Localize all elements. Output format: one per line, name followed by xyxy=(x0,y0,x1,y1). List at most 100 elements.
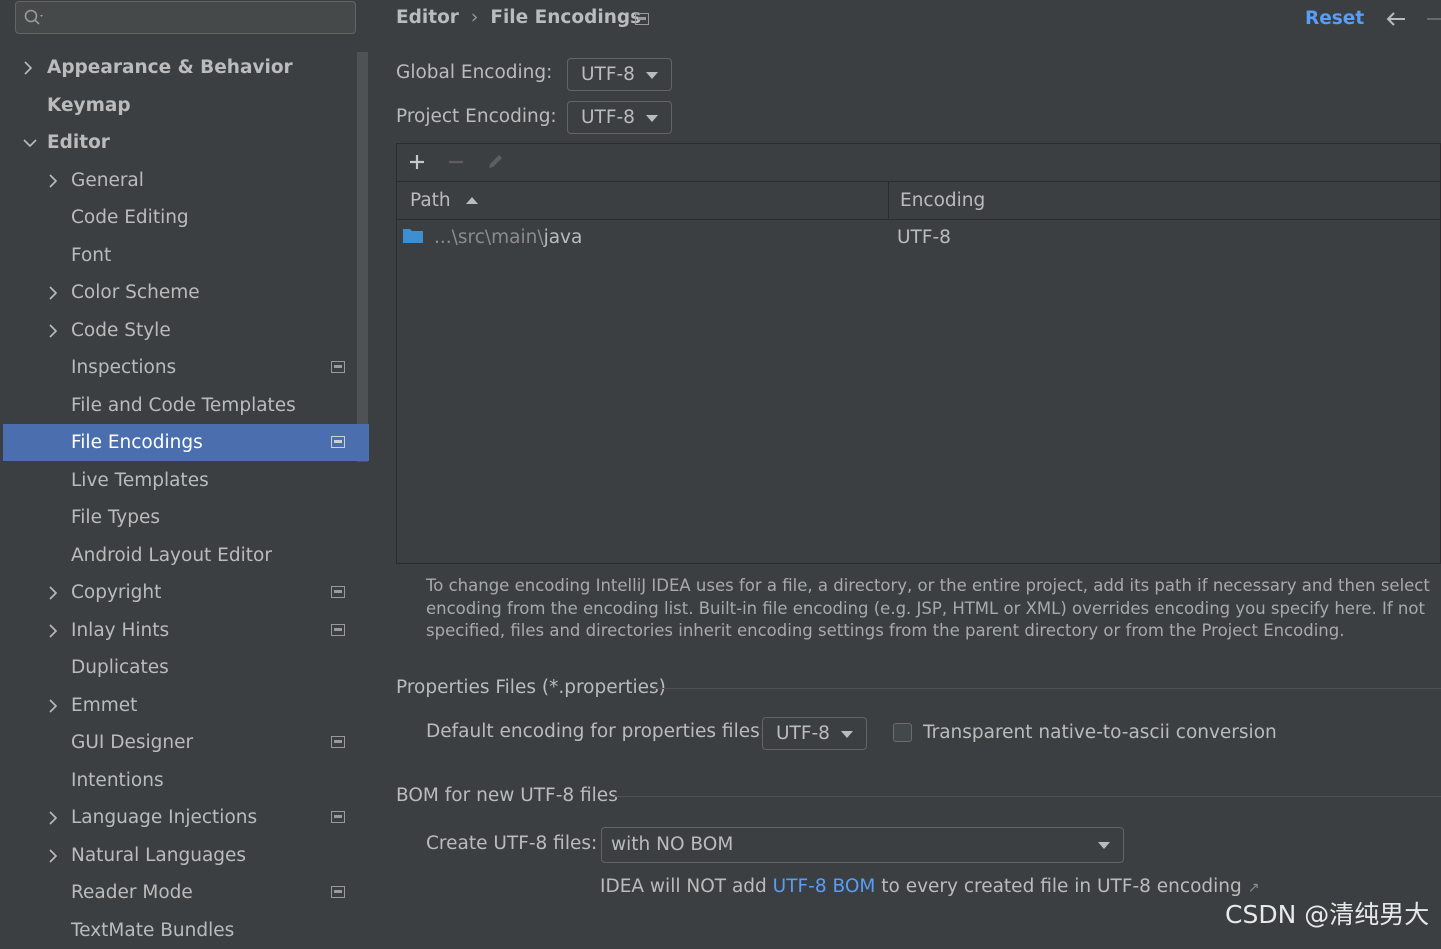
transparent-conversion-label[interactable]: Transparent native-to-ascii conversion xyxy=(923,722,1277,743)
tree-item-font[interactable]: Font xyxy=(3,237,369,274)
properties-default-label: Default encoding for properties files: xyxy=(426,721,766,742)
add-icon[interactable] xyxy=(407,152,427,172)
properties-encoding-value: UTF-8 xyxy=(776,723,830,744)
project-encoding-label: Project Encoding: xyxy=(396,106,557,127)
column-header-encoding[interactable]: Encoding xyxy=(900,182,985,219)
create-utf8-value: with NO BOM xyxy=(611,834,734,855)
forward-arrow-icon[interactable] xyxy=(1427,10,1441,28)
chevron-right-icon[interactable] xyxy=(48,612,62,649)
tree-item-reader-mode[interactable]: Reader Mode xyxy=(3,874,369,911)
tree-item-label: Inspections xyxy=(71,357,177,378)
project-settings-icon xyxy=(635,13,649,25)
tree-item-general[interactable]: General xyxy=(3,162,369,199)
search-box[interactable] xyxy=(15,1,356,34)
breadcrumb-separator: › xyxy=(470,7,479,28)
tree-item-file-types[interactable]: File Types xyxy=(3,499,369,536)
chevron-right-icon[interactable] xyxy=(48,687,62,724)
global-encoding-label: Global Encoding: xyxy=(396,62,553,83)
chevron-down-icon[interactable] xyxy=(23,124,37,161)
tree-item-editor[interactable]: Editor xyxy=(3,124,369,161)
tree-item-color-scheme[interactable]: Color Scheme xyxy=(3,274,369,311)
tree-item-intentions[interactable]: Intentions xyxy=(3,762,369,799)
project-settings-icon xyxy=(331,586,345,598)
tree-item-language-injections[interactable]: Language Injections xyxy=(3,799,369,836)
tree-item-file-encodings[interactable]: File Encodings xyxy=(3,424,369,461)
project-settings-icon xyxy=(331,736,345,748)
tree-item-label: Font xyxy=(71,245,112,266)
column-divider[interactable] xyxy=(888,182,889,219)
tree-item-label: General xyxy=(71,170,144,191)
chevron-right-icon[interactable] xyxy=(23,49,37,86)
table-row[interactable]: ...\src\main\java UTF-8 xyxy=(397,220,1440,256)
project-encoding-select[interactable]: UTF-8 xyxy=(567,101,672,134)
tree-item-label: Live Templates xyxy=(71,470,209,491)
chevron-right-icon[interactable] xyxy=(48,312,62,349)
breadcrumb-parent[interactable]: Editor xyxy=(396,7,459,28)
column-header-path[interactable]: Path xyxy=(410,182,479,219)
properties-section-title: Properties Files (*.properties) xyxy=(396,677,666,698)
remove-icon[interactable] xyxy=(446,152,466,172)
create-utf8-select[interactable]: with NO BOM xyxy=(601,827,1124,863)
tree-item-label: File Types xyxy=(71,507,160,528)
global-encoding-select[interactable]: UTF-8 xyxy=(567,58,672,91)
chevron-down-icon xyxy=(1098,842,1110,849)
settings-sidebar: Appearance & Behavior Keymap Editor Gene… xyxy=(0,0,370,941)
search-input[interactable] xyxy=(52,6,346,32)
breadcrumb: Editor › File Encodings xyxy=(396,7,641,28)
tree-item-label: Language Injections xyxy=(71,807,258,828)
chevron-right-icon[interactable] xyxy=(48,274,62,311)
tree-item-file-and-code-templates[interactable]: File and Code Templates xyxy=(3,387,369,424)
project-settings-icon xyxy=(331,886,345,898)
path-cell: ...\src\main\java xyxy=(434,220,582,256)
bom-section-title: BOM for new UTF-8 files xyxy=(396,785,618,806)
tree-item-keymap[interactable]: Keymap xyxy=(3,87,369,124)
tree-item-label: File and Code Templates xyxy=(71,395,296,416)
chevron-right-icon[interactable] xyxy=(48,162,62,199)
tree-item-emmet[interactable]: Emmet xyxy=(3,687,369,724)
transparent-conversion-checkbox[interactable] xyxy=(893,723,912,742)
table-toolbar xyxy=(397,144,1440,182)
chevron-right-icon[interactable] xyxy=(48,574,62,611)
path-encoding-table: Path Encoding ...\src\main\java UTF-8 xyxy=(396,143,1441,564)
bom-note-text: to every created file in UTF-8 encoding xyxy=(875,876,1242,897)
tree-item-gui-designer[interactable]: GUI Designer xyxy=(3,724,369,761)
tree-item-appearance-behavior[interactable]: Appearance & Behavior xyxy=(3,49,369,86)
column-header-label: Path xyxy=(410,190,451,211)
properties-encoding-select[interactable]: UTF-8 xyxy=(762,717,867,750)
global-encoding-value: UTF-8 xyxy=(581,64,635,85)
utf8-bom-link[interactable]: UTF-8 BOM xyxy=(773,876,876,897)
back-arrow-icon[interactable] xyxy=(1385,10,1407,28)
bom-note-text: IDEA will NOT add xyxy=(600,876,773,897)
tree-item-copyright[interactable]: Copyright xyxy=(3,574,369,611)
tree-item-android-layout-editor[interactable]: Android Layout Editor xyxy=(3,537,369,574)
watermark: CSDN @清纯男大 xyxy=(1225,900,1430,929)
tree-item-natural-languages[interactable]: Natural Languages xyxy=(3,837,369,874)
tree-item-label: Editor xyxy=(47,132,110,153)
sort-ascending-icon xyxy=(465,197,478,204)
chevron-right-icon[interactable] xyxy=(48,837,62,874)
tree-item-inlay-hints[interactable]: Inlay Hints xyxy=(3,612,369,649)
table-body: ...\src\main\java UTF-8 xyxy=(397,220,1440,563)
create-utf8-label: Create UTF-8 files: xyxy=(426,833,598,854)
project-settings-icon xyxy=(331,624,345,636)
project-encoding-value: UTF-8 xyxy=(581,107,635,128)
search-icon xyxy=(24,9,43,25)
tree-item-live-templates[interactable]: Live Templates xyxy=(3,462,369,499)
edit-icon[interactable] xyxy=(485,152,505,172)
chevron-right-icon[interactable] xyxy=(48,799,62,836)
encoding-cell: UTF-8 xyxy=(897,227,951,248)
tree-item-label: Duplicates xyxy=(71,657,169,678)
reset-link[interactable]: Reset xyxy=(1305,8,1364,29)
tree-item-label: GUI Designer xyxy=(71,732,194,753)
tree-item-label: Code Editing xyxy=(71,207,189,228)
tree-item-label: Inlay Hints xyxy=(71,620,170,641)
tree-item-code-style[interactable]: Code Style xyxy=(3,312,369,349)
tree-item-duplicates[interactable]: Duplicates xyxy=(3,649,369,686)
tree-item-inspections[interactable]: Inspections xyxy=(3,349,369,386)
external-link-icon: ↗ xyxy=(1247,880,1260,896)
path-prefix: ...\src\main\ xyxy=(434,227,544,248)
tree-item-label: Reader Mode xyxy=(71,882,193,903)
tree-item-textmate-bundles[interactable]: TextMate Bundles xyxy=(3,912,369,949)
chevron-down-icon xyxy=(646,72,658,79)
tree-item-code-editing[interactable]: Code Editing xyxy=(3,199,369,236)
